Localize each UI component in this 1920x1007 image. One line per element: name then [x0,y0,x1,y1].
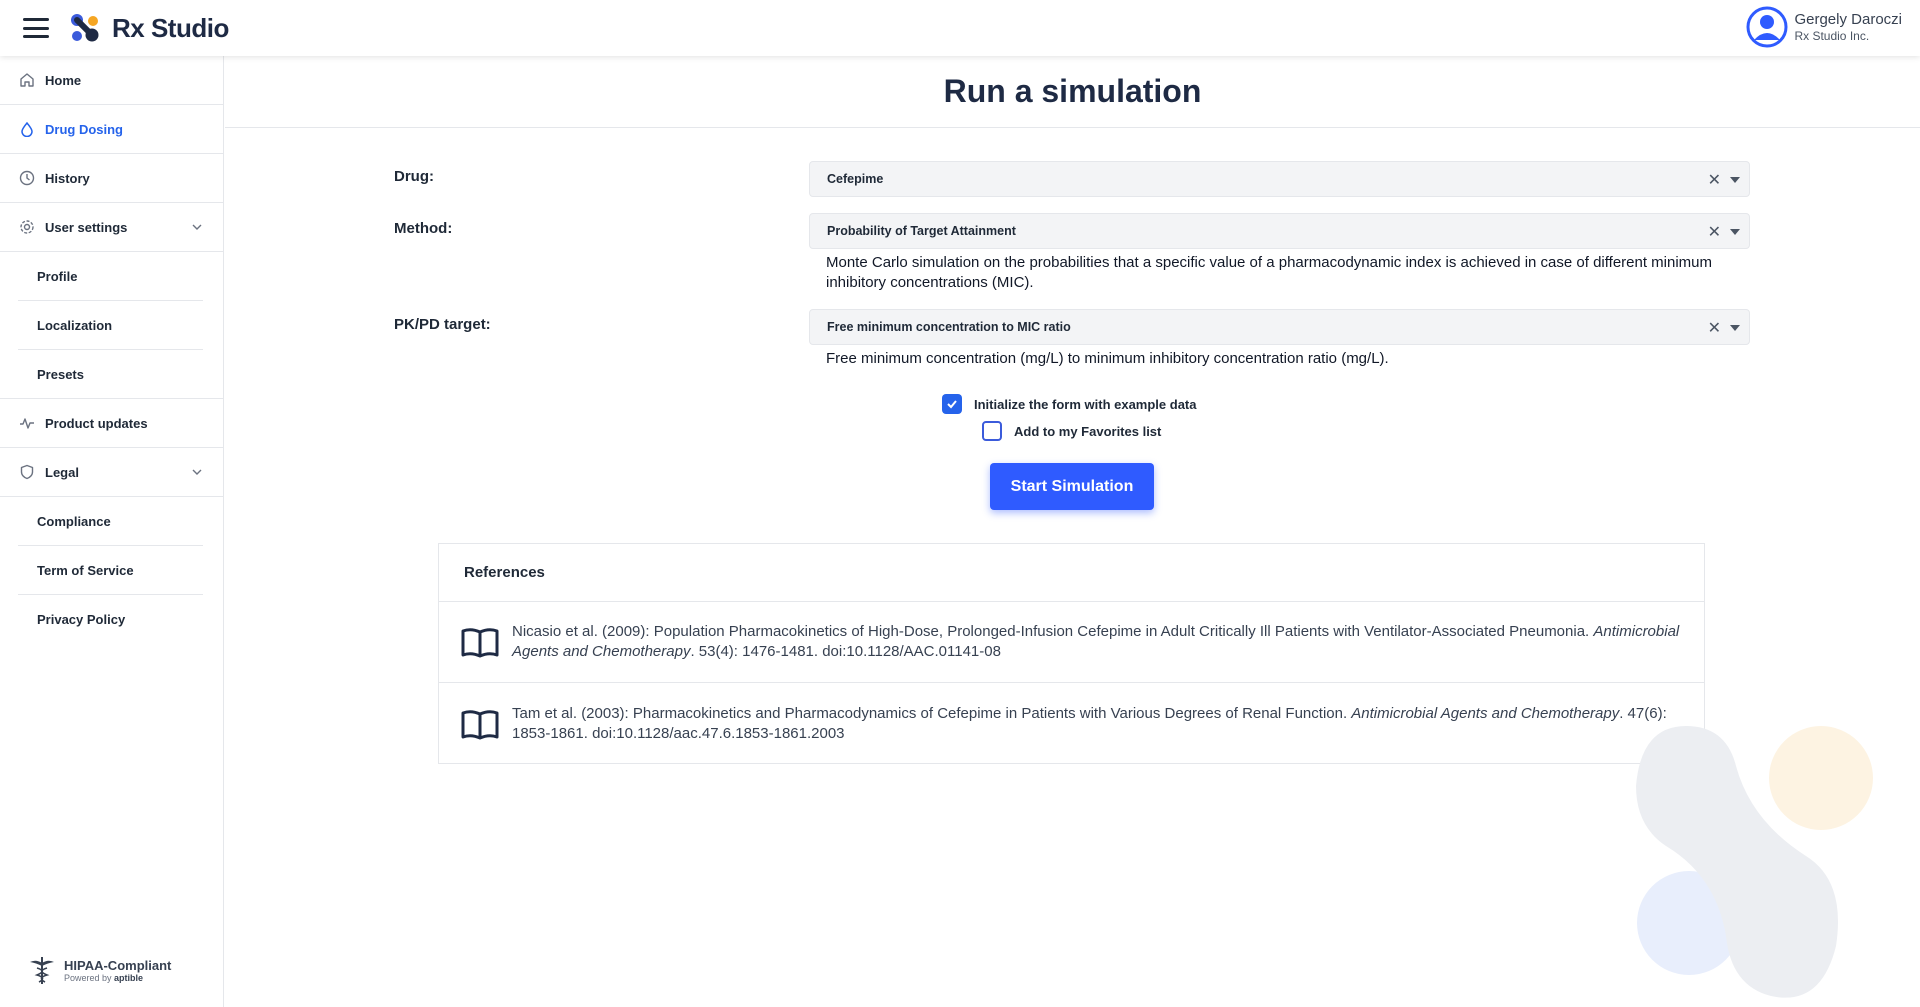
page-title: Run a simulation [943,73,1202,109]
sidebar: Home Drug Dosing History User settings P… [0,56,224,1007]
reference-text[interactable]: Tam et al. (2003): Pharmacokinetics and … [512,704,1704,744]
sidebar-item-drug-dosing[interactable]: Drug Dosing [0,105,223,154]
shield-icon [18,463,36,481]
avatar-icon [1746,6,1788,48]
favorites-checkbox-row[interactable]: Add to my Favorites list [982,421,1161,441]
hipaa-title: HIPAA-Compliant [64,957,172,973]
sidebar-item-label: History [45,170,90,186]
sidebar-item-label: Legal [45,464,79,480]
sidebar-item-label: Privacy Policy [37,612,126,627]
sidebar-item-product-updates[interactable]: Product updates [0,399,223,448]
sidebar-item-history[interactable]: History [0,154,223,203]
sidebar-item-profile[interactable]: Profile [18,252,203,301]
method-value: Probability of Target Attainment [827,224,1016,238]
user-org: Rx Studio Inc. [1794,29,1870,43]
drug-value: Cefepime [827,172,884,186]
drug-label: Drug: [394,168,434,185]
sidebar-item-user-settings[interactable]: User settings [0,203,223,252]
example-data-label: Initialize the form with example data [974,396,1197,412]
home-icon [18,71,36,89]
reference-tail: . 53(4): 1476-1481. doi:10.1128/AAC.0114… [690,643,1001,660]
sidebar-item-label: Profile [37,268,78,284]
background-logo-decoration [1636,726,1873,998]
clear-icon[interactable]: ✕ [1708,318,1721,338]
sidebar-item-term-of-service[interactable]: Term of Service [18,546,203,595]
reference-item: Tam et al. (2003): Pharmacokinetics and … [439,683,1704,764]
sidebar-item-presets[interactable]: Presets [0,350,223,399]
sidebar-item-home[interactable]: Home [0,56,223,105]
user-name: Gergely Daroczi [1794,11,1902,28]
target-description: Free minimum concentration (mg/L) to min… [826,350,1389,367]
chevron-down-icon [192,224,202,230]
aptible-brand: aptible [114,972,144,983]
method-select[interactable]: Probability of Target Attainment ✕ [809,213,1750,249]
user-menu[interactable]: Gergely Daroczi Rx Studio Inc. [1746,6,1902,48]
chevron-down-icon [192,469,202,475]
target-label: PK/PD target: [394,316,491,333]
hipaa-badge[interactable]: HIPAA-Compliant Powered by aptible [28,955,171,985]
sidebar-item-label: Compliance [37,513,111,529]
start-simulation-button[interactable]: Start Simulation [990,463,1154,510]
method-label: Method: [394,220,453,237]
book-icon [461,709,499,739]
top-bar: Rx Studio Gergely Daroczi Rx Studio Inc. [0,0,1920,56]
caret-down-icon[interactable] [1730,177,1740,183]
reference-citation: Tam et al. (2003): Pharmacokinetics and … [512,704,1348,722]
caret-down-icon[interactable] [1730,325,1740,331]
references-heading: References [439,544,1704,602]
sidebar-item-label: Product updates [45,415,148,431]
method-description: Monte Carlo simulation on the probabilit… [826,254,1713,291]
sidebar-item-label: Drug Dosing [45,121,123,137]
clear-icon[interactable]: ✕ [1708,170,1721,190]
example-data-checkbox-row[interactable]: Initialize the form with example data [942,394,1197,414]
sidebar-item-compliance[interactable]: Compliance [18,497,203,546]
gear-icon [18,218,36,236]
pulse-icon [18,414,36,432]
app-logo[interactable]: Rx Studio [70,13,229,44]
sidebar-item-localization[interactable]: Localization [18,301,203,350]
sidebar-item-label: Presets [37,366,84,382]
favorites-label: Add to my Favorites list [1014,423,1162,439]
reference-text[interactable]: Nicasio et al. (2009): Population Pharma… [512,622,1704,662]
sidebar-item-privacy-policy[interactable]: Privacy Policy [18,595,203,644]
menu-icon[interactable] [23,18,49,38]
drop-icon [18,120,36,138]
caduceus-icon [30,957,54,984]
check-icon [947,400,957,409]
clock-icon [18,169,36,187]
reference-item: Nicasio et al. (2009): Population Pharma… [439,602,1704,683]
sidebar-item-label: Home [45,72,82,88]
sidebar-item-label: Localization [37,317,113,333]
example-data-checkbox[interactable] [942,394,962,414]
sidebar-item-label: User settings [45,219,128,235]
reference-citation: Nicasio et al. (2009): Population Pharma… [512,623,1590,640]
drug-select[interactable]: Cefepime ✕ [809,161,1750,197]
sidebar-item-label: Term of Service [37,562,134,578]
page-header: Run a simulation [225,56,1920,128]
app-name: Rx Studio [112,12,229,43]
powered-by-label: Powered by [64,972,112,983]
hipaa-powered-by: Powered by aptible [64,973,171,983]
references-panel: References Nicasio et al. (2009): Popula… [438,543,1705,764]
target-value: Free minimum concentration to MIC ratio [827,320,1071,334]
caret-down-icon[interactable] [1730,229,1740,235]
reference-journal: Antimicrobial Agents and Chemotherapy [1351,704,1620,722]
pkpd-target-select[interactable]: Free minimum concentration to MIC ratio … [809,309,1750,345]
book-icon [461,628,499,658]
clear-icon[interactable]: ✕ [1708,222,1721,242]
favorites-checkbox[interactable] [982,421,1002,441]
rx-logo-icon [71,14,99,42]
sidebar-item-legal[interactable]: Legal [0,448,223,497]
